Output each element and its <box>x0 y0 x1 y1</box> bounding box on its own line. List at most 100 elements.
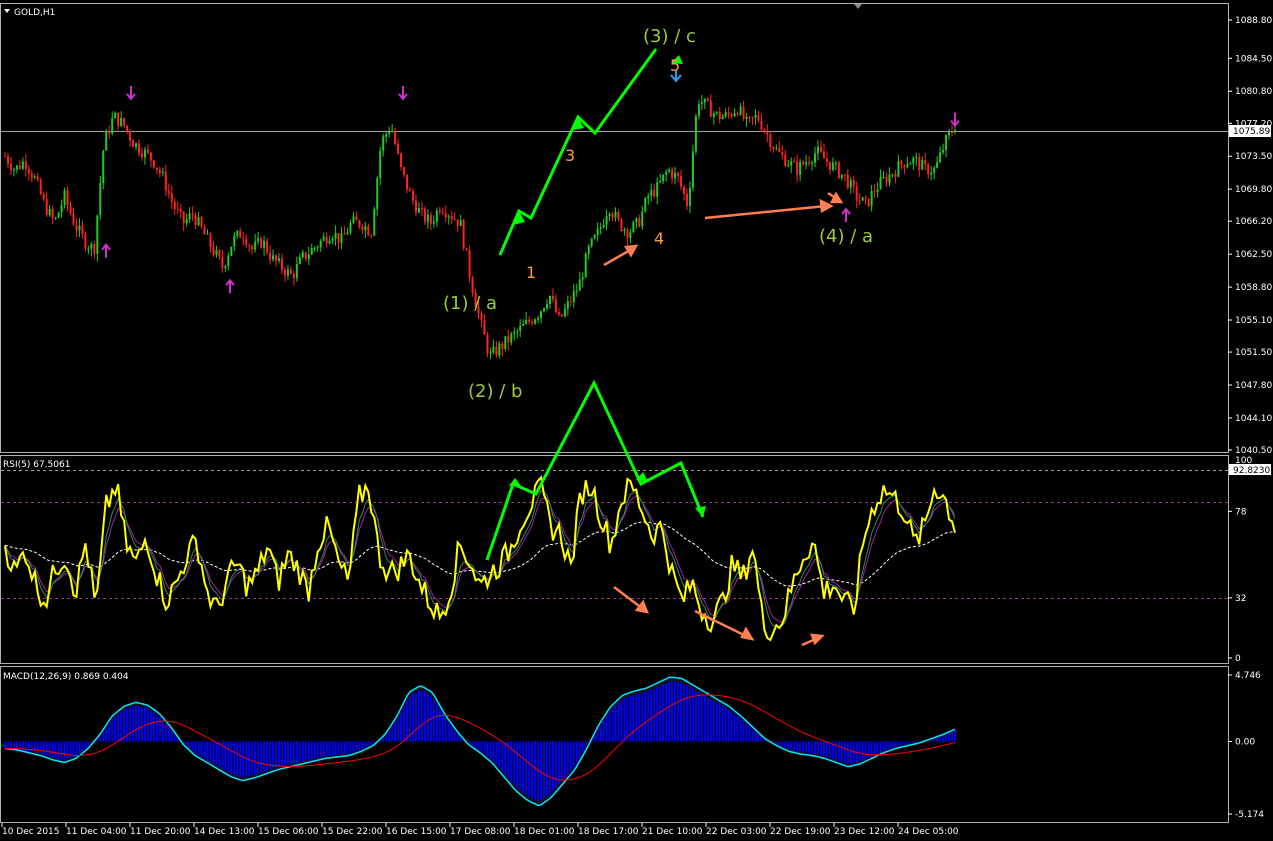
price-tick-label: 1055.10 <box>1235 316 1272 326</box>
candle-body <box>864 197 867 199</box>
candle-body <box>227 255 230 267</box>
time-tick-label: 22 Dec 19:00 <box>770 827 831 837</box>
candle-body <box>540 311 543 318</box>
candle-body <box>685 193 688 206</box>
candle-body <box>283 269 286 276</box>
candle-body <box>188 213 191 220</box>
candle-body <box>763 129 766 132</box>
candle-body <box>924 159 927 165</box>
candle-body <box>99 182 102 216</box>
candle-body <box>367 226 370 236</box>
candle-body <box>516 331 519 333</box>
rsi-tick-label: 32 <box>1235 594 1246 604</box>
label-sub-3: 3 <box>565 146 575 165</box>
candle-body <box>700 102 703 105</box>
candle-body <box>403 166 406 175</box>
fractal-up-arrow <box>101 243 111 258</box>
time-tick-label: 17 Dec 08:00 <box>450 827 511 837</box>
orange-arrow-2 <box>704 204 827 220</box>
candle-body <box>194 215 197 226</box>
candle-body <box>543 308 546 312</box>
candle-body <box>206 233 209 235</box>
candle-body <box>912 158 915 164</box>
candle-body <box>197 217 200 226</box>
candle-body <box>596 228 599 235</box>
candle-body <box>176 209 179 211</box>
candle-body <box>170 193 173 202</box>
candle-body <box>111 118 114 134</box>
candle-body <box>45 198 48 215</box>
candle-body <box>260 238 263 248</box>
candle-body <box>373 209 376 236</box>
candle-body <box>837 162 840 179</box>
time-tick-label: 18 Dec 17:00 <box>578 827 639 837</box>
candle-body <box>626 229 629 239</box>
candle-body <box>459 220 462 226</box>
candle-body <box>313 247 316 249</box>
candle-body <box>164 171 167 191</box>
chart-area[interactable]: GOLD,H1 RSI(5) 67.5061 MACD(12,26,9) 0.8… <box>0 0 1273 841</box>
candle-body <box>242 237 245 239</box>
scroll-marker-icon[interactable] <box>854 4 862 9</box>
candle-body <box>441 212 444 214</box>
wave-lines <box>485 48 705 561</box>
candle-body <box>933 167 936 173</box>
price-tick-label: 1062.50 <box>1235 250 1272 260</box>
label-sub-4: 4 <box>654 229 664 248</box>
candle-body <box>507 336 510 343</box>
candle-body <box>397 143 400 154</box>
candle-body <box>766 131 769 135</box>
candle-body <box>465 248 468 251</box>
candle-body <box>644 198 647 212</box>
price-tick-label: 1080.80 <box>1235 87 1272 97</box>
candle-body <box>254 241 257 250</box>
candle-body <box>450 216 453 220</box>
candle-body <box>650 189 653 197</box>
price-tick-label: 1058.80 <box>1235 283 1272 293</box>
candle-body <box>793 161 796 163</box>
candle-body <box>900 161 903 165</box>
candle-body <box>152 160 155 168</box>
candle-body <box>167 190 170 194</box>
candle-body <box>808 162 811 164</box>
candle-body <box>876 189 879 192</box>
candle-body <box>364 226 367 231</box>
candle-body <box>703 98 706 103</box>
candle-body <box>432 221 435 224</box>
candle-body <box>551 295 554 300</box>
candle-body <box>382 136 385 151</box>
candle-body <box>548 295 551 305</box>
candle-body <box>825 158 828 162</box>
candle-body <box>641 211 644 227</box>
macd-tick-label: -5.174 <box>1235 810 1264 820</box>
candle-body <box>927 164 930 175</box>
rsi-current-label: 92.8230 <box>1233 466 1270 476</box>
candle-body <box>78 225 81 231</box>
candle-body <box>834 162 837 164</box>
candle-body <box>212 247 215 255</box>
candle-body <box>918 157 921 170</box>
candle-body <box>394 131 397 144</box>
candle-body <box>718 111 721 120</box>
candle-body <box>739 106 742 115</box>
candle-body <box>185 219 188 224</box>
candle-body <box>688 187 691 206</box>
dropdown-triangle-icon[interactable] <box>4 9 10 13</box>
candle-body <box>581 277 584 280</box>
candle-body <box>269 252 272 260</box>
candle-body <box>557 312 560 315</box>
candle-body <box>266 240 269 253</box>
price-tick-label: 1073.50 <box>1235 152 1272 162</box>
candle-body <box>492 346 495 353</box>
candle-body <box>39 179 42 195</box>
candle-body <box>599 227 602 229</box>
candle-body <box>21 161 24 169</box>
candle-body <box>560 314 563 317</box>
wave-arrowhead-4 <box>509 478 521 486</box>
candle-body <box>805 162 808 165</box>
price-panel-border <box>0 3 1229 453</box>
candle-body <box>781 151 784 155</box>
candle-body <box>799 161 802 175</box>
candle-body <box>149 152 152 161</box>
candle-body <box>140 153 143 158</box>
